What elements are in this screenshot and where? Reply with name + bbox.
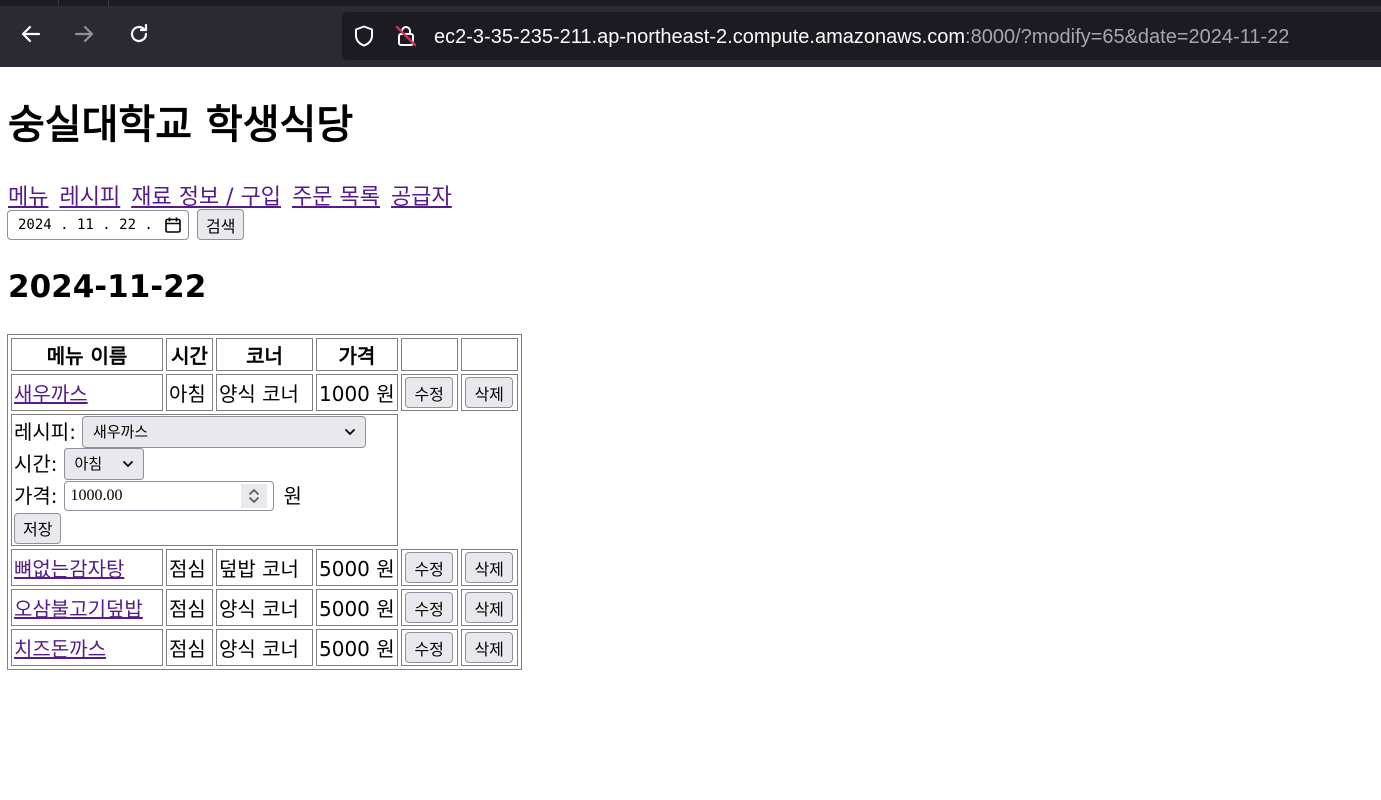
menu-name-link[interactable]: 오삼불고기덮밥	[14, 597, 143, 621]
price-label: 가격:	[14, 484, 58, 508]
time-cell: 점심	[166, 629, 213, 666]
price-cell: 5000 원	[316, 629, 398, 666]
price-input-value: 1000.00	[70, 487, 123, 504]
date-search-form: 2024 . 11 . 22 . 검색	[7, 209, 245, 240]
table-header-row: 메뉴 이름 시간 코너 가격	[11, 338, 518, 371]
chevron-down-icon	[345, 429, 355, 435]
nav-link-recipe[interactable]: 레시피	[59, 185, 120, 210]
time-cell: 점심	[166, 549, 213, 586]
table-row: 새우까스 아침 양식 코너 1000 원 수정 삭제	[11, 374, 518, 411]
time-cell: 점심	[166, 589, 213, 626]
menu-name-cell: 치즈돈까스	[11, 629, 163, 666]
back-button[interactable]	[11, 14, 51, 54]
delete-button[interactable]: 삭제	[465, 632, 513, 663]
back-arrow-icon	[21, 25, 41, 43]
menu-name-link[interactable]: 뼈없는감자탕	[14, 557, 124, 581]
edit-button[interactable]: 수정	[405, 632, 453, 663]
menu-name-cell: 뼈없는감자탕	[11, 549, 163, 586]
header-empty-edit	[400, 338, 458, 371]
reload-icon	[130, 23, 148, 43]
menu-name-link[interactable]: 치즈돈까스	[14, 637, 106, 661]
price-spinner[interactable]	[240, 484, 267, 508]
page-content: 숭실대학교 학생식당 메뉴 레시피 재료 정보 / 구입 주문 목록 공급자 2…	[0, 67, 1381, 800]
url-path: :8000/?modify=65&date=2024-11-22	[965, 26, 1290, 48]
edit-button[interactable]: 수정	[405, 377, 453, 408]
edit-cell: 수정	[400, 549, 458, 586]
date-heading: 2024-11-22	[8, 269, 207, 305]
header-price: 가격	[316, 338, 398, 371]
delete-button[interactable]: 삭제	[465, 552, 513, 583]
nav-link-ingredients[interactable]: 재료 정보 / 구입	[131, 185, 281, 210]
corner-cell: 덮밥 코너	[216, 549, 313, 586]
menu-name-cell: 오삼불고기덮밥	[11, 589, 163, 626]
edit-button[interactable]: 수정	[405, 592, 453, 623]
recipe-label: 레시피:	[14, 420, 76, 444]
price-cell: 5000 원	[316, 589, 398, 626]
forward-arrow-icon	[74, 25, 94, 43]
price-input[interactable]: 1000.00	[63, 481, 274, 511]
header-time: 시간	[166, 338, 213, 371]
header-empty-delete	[460, 338, 518, 371]
save-button[interactable]: 저장	[14, 512, 62, 544]
menu-name-cell: 새우까스	[11, 374, 163, 411]
nav-link-suppliers[interactable]: 공급자	[391, 185, 452, 210]
shield-icon[interactable]	[352, 24, 376, 48]
menu-name-link[interactable]: 새우까스	[14, 382, 88, 406]
url-text[interactable]: ec2-3-35-235-211.ap-northeast-2.compute.…	[434, 24, 1289, 50]
url-host: ec2-3-35-235-211.ap-northeast-2.compute.…	[434, 26, 966, 48]
save-row: 저장	[14, 512, 395, 544]
time-label: 시간:	[14, 452, 58, 476]
recipe-select[interactable]: 새우까스	[81, 416, 366, 448]
delete-cell: 삭제	[460, 374, 518, 411]
price-unit: 원	[283, 484, 302, 508]
address-bar[interactable]: ec2-3-35-235-211.ap-northeast-2.compute.…	[342, 12, 1381, 60]
spinner-arrows-icon	[248, 489, 259, 503]
recipe-select-value: 새우까스	[92, 423, 149, 441]
delete-cell: 삭제	[460, 549, 518, 586]
page-title: 숭실대학교 학생식당	[8, 102, 354, 148]
table-row: 치즈돈까스 점심 양식 코너 5000 원 수정 삭제	[11, 629, 518, 666]
header-menu-name: 메뉴 이름	[11, 338, 163, 371]
time-select-value: 아침	[74, 455, 103, 473]
reload-button[interactable]	[119, 14, 159, 54]
nav-link-menu[interactable]: 메뉴	[8, 185, 48, 210]
menu-table: 메뉴 이름 시간 코너 가격 새우까스 아침 양식 코너 1000 원 수정 삭…	[7, 334, 522, 670]
delete-cell: 삭제	[460, 629, 518, 666]
edit-cell: 수정	[400, 629, 458, 666]
edit-cell: 수정	[400, 374, 458, 411]
date-input-value: 2024 . 11 . 22 .	[18, 216, 153, 233]
recipe-row: 레시피: 새우까스	[14, 416, 395, 448]
header-corner: 코너	[216, 338, 313, 371]
browser-toolbar: ec2-3-35-235-211.ap-northeast-2.compute.…	[0, 0, 1381, 67]
price-cell: 1000 원	[316, 374, 398, 411]
search-button[interactable]: 검색	[197, 209, 245, 240]
nav-link-orders[interactable]: 주문 목록	[292, 185, 380, 210]
date-input[interactable]: 2024 . 11 . 22 .	[7, 209, 189, 240]
table-row: 뼈없는감자탕 점심 덮밥 코너 5000 원 수정 삭제	[11, 549, 518, 586]
table-row: 오삼불고기덮밥 점심 양식 코너 5000 원 수정 삭제	[11, 589, 518, 626]
tab-strip	[0, 0, 1381, 6]
corner-cell: 양식 코너	[216, 589, 313, 626]
chevron-down-icon	[122, 461, 133, 467]
forward-button[interactable]	[64, 14, 104, 54]
edit-button[interactable]: 수정	[405, 552, 453, 583]
price-cell: 5000 원	[316, 549, 398, 586]
corner-cell: 양식 코너	[216, 629, 313, 666]
time-cell: 아침	[166, 374, 213, 411]
delete-button[interactable]: 삭제	[465, 377, 513, 408]
insecure-lock-icon[interactable]	[394, 24, 418, 48]
edit-cell: 수정	[400, 589, 458, 626]
edit-form: 레시피: 새우까스 시간: 아침 가격: 1000.00 원 저장	[11, 414, 398, 546]
main-nav: 메뉴 레시피 재료 정보 / 구입 주문 목록 공급자	[8, 179, 456, 211]
time-row: 시간: 아침	[14, 448, 395, 480]
delete-cell: 삭제	[460, 589, 518, 626]
corner-cell: 양식 코너	[216, 374, 313, 411]
calendar-icon[interactable]	[164, 216, 182, 234]
edit-form-row: 레시피: 새우까스 시간: 아침 가격: 1000.00 원 저장	[11, 414, 518, 546]
price-row: 가격: 1000.00 원	[14, 480, 395, 512]
delete-button[interactable]: 삭제	[465, 592, 513, 623]
time-select[interactable]: 아침	[63, 448, 144, 480]
